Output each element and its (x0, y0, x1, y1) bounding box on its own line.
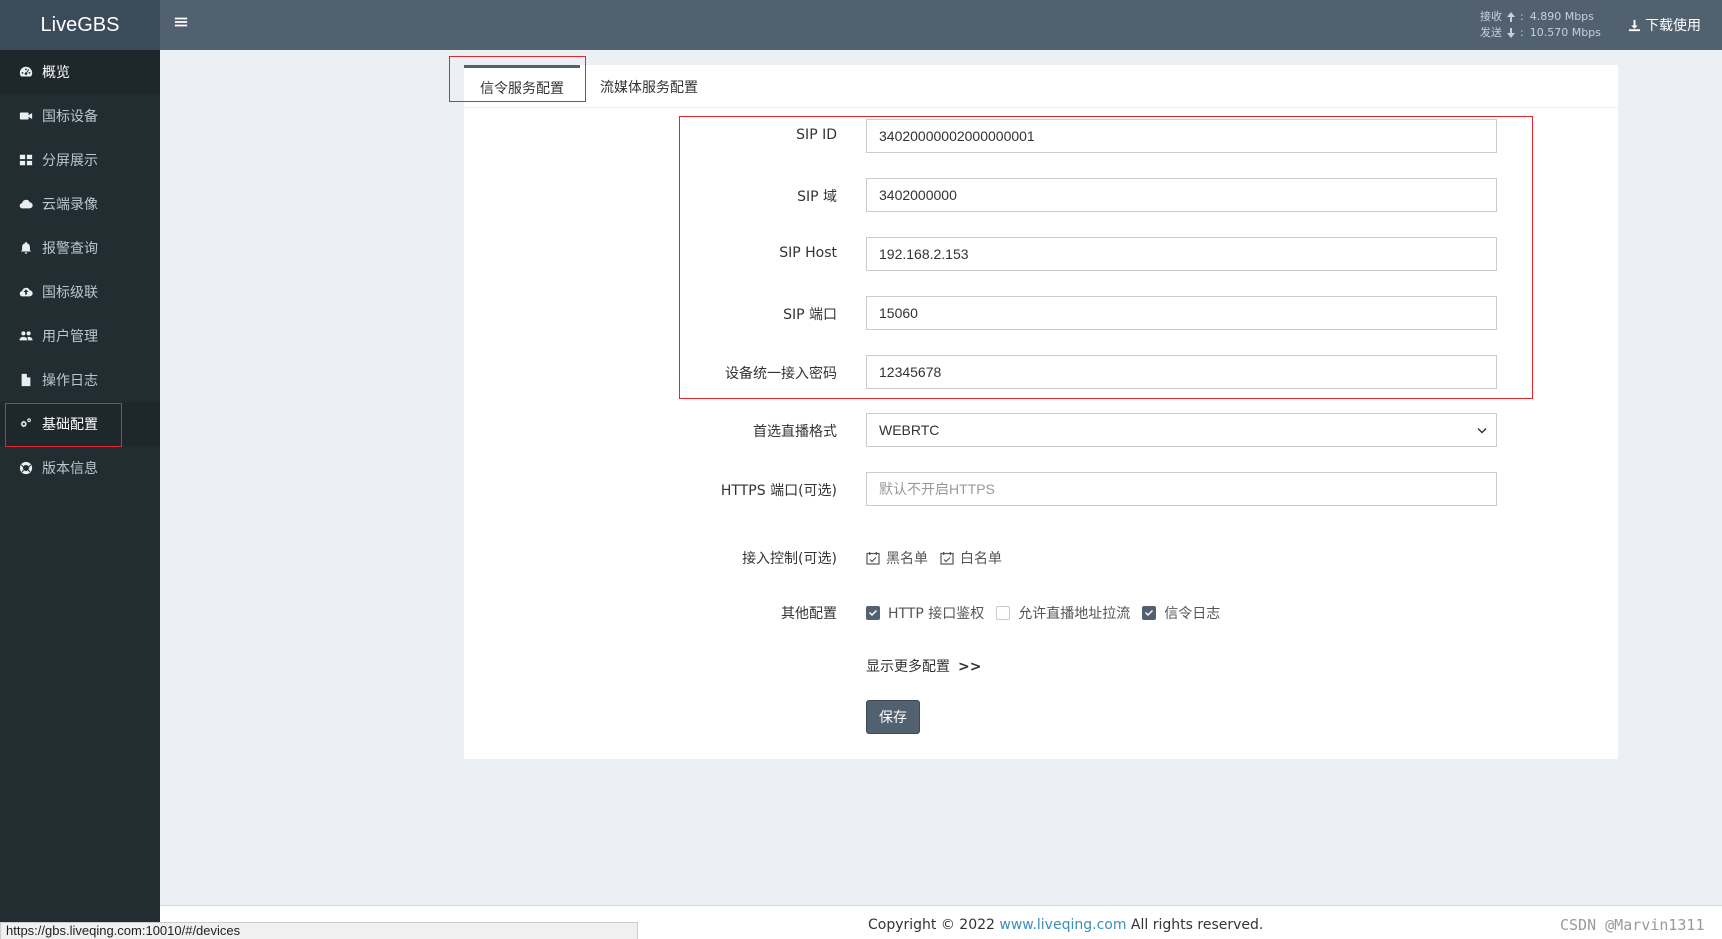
arrow-down-icon (1507, 28, 1515, 38)
app-logo[interactable]: LiveGBS (0, 0, 160, 50)
sidebar-item-label: 分屏展示 (42, 153, 98, 169)
send-stat: 发送 : 10.570 Mbps (1480, 26, 1601, 39)
sidebar-item-label: 基础配置 (42, 417, 98, 433)
sidebar-item-cascade[interactable]: 国标级联 (0, 270, 160, 314)
form-row-https-port: HTTPS 端口(可选) 默认不开启HTTPS (464, 472, 1618, 506)
calendar-icon (866, 551, 880, 565)
watermark: CSDN @Marvin1311 (1560, 916, 1705, 934)
life-ring-icon (18, 460, 34, 476)
copyright: Copyright © 2022 www.liveqing.com All ri… (868, 917, 1263, 933)
recv-label: 接收 (1480, 10, 1502, 23)
sidebar-item-version[interactable]: 版本信息 (0, 446, 160, 490)
copyright-prefix: Copyright © 2022 (868, 917, 1000, 933)
send-value: 10.570 Mbps (1529, 26, 1601, 39)
http-auth-checkbox[interactable] (866, 606, 880, 620)
cloud-icon (18, 196, 34, 212)
http-auth-label: HTTP 接口鉴权 (888, 606, 985, 622)
recv-value: 4.890 Mbps (1529, 10, 1594, 23)
cloud-upload-icon (18, 284, 34, 300)
file-icon (18, 372, 34, 388)
sidebar-item-label: 概览 (42, 65, 70, 81)
sidebar-item-label: 报警查询 (42, 241, 98, 257)
show-more-config-link[interactable]: 显示更多配置 >> (866, 656, 981, 676)
form-row-access-control: 接入控制(可选) 黑名单 白名单 (464, 540, 1618, 574)
sip-log-checkbox[interactable] (1142, 606, 1157, 620)
stream-format-value: WEBRTC (879, 422, 940, 438)
allow-pull-checkbox[interactable] (996, 606, 1011, 620)
calendar-icon (940, 551, 954, 565)
copyright-suffix: All rights reserved. (1126, 917, 1264, 933)
form-row-stream-format: 首选直播格式 WEBRTC (464, 413, 1618, 447)
chevron-down-icon (1476, 424, 1488, 436)
blacklist-option[interactable]: 黑名单 (866, 548, 928, 568)
other-config-label: 其他配置 (781, 606, 837, 622)
allow-pull-option[interactable]: 允许直播地址拉流 (996, 603, 1130, 623)
download-label: 下载使用 (1645, 18, 1701, 34)
sidebar-item-label: 国标级联 (42, 285, 98, 301)
sidebar-item-label: 版本信息 (42, 461, 98, 477)
footer-link[interactable]: www.liveqing.com (999, 917, 1126, 933)
sidebar-item-devices[interactable]: 国标设备 (0, 94, 160, 138)
sip-log-option[interactable]: 信令日志 (1142, 603, 1220, 623)
network-stats: 接收 : 4.890 Mbps 发送 : 10.570 Mbps (1480, 9, 1601, 41)
https-port-label: HTTPS 端口(可选) (720, 483, 837, 499)
users-icon (18, 328, 34, 344)
stream-format-label: 首选直播格式 (753, 424, 837, 440)
https-port-input[interactable]: 默认不开启HTTPS (866, 472, 1497, 506)
sip-log-label: 信令日志 (1164, 606, 1221, 622)
highlight-box-tab (449, 56, 586, 102)
whitelist-label: 白名单 (960, 551, 1002, 567)
sidebar-item-label: 云端录像 (42, 197, 98, 213)
form-row-other-config: 其他配置 HTTP 接口鉴权 允许直播地址拉流 信令日志 (464, 595, 1618, 629)
recv-stat: 接收 : 4.890 Mbps (1480, 10, 1594, 23)
show-more-arrow: >> (958, 659, 982, 675)
access-control-options: 黑名单 白名单 (866, 548, 1014, 568)
show-more-label: 显示更多配置 (866, 659, 950, 675)
download-icon (1628, 19, 1641, 31)
http-auth-option[interactable]: HTTP 接口鉴权 (866, 603, 984, 623)
whitelist-option[interactable]: 白名单 (940, 548, 1002, 568)
sidebar-item-label: 操作日志 (42, 373, 98, 389)
arrow-up-icon (1507, 12, 1515, 22)
video-camera-icon (18, 108, 34, 124)
sidebar-item-cloud-record[interactable]: 云端录像 (0, 182, 160, 226)
top-navbar: 接收 : 4.890 Mbps 发送 : 10.570 Mbps 下载使用 (160, 0, 1722, 50)
sidebar-item-overview[interactable]: 概览 (0, 50, 160, 94)
sidebar-item-label: 用户管理 (42, 329, 98, 345)
sidebar-item-label: 国标设备 (42, 109, 98, 125)
grid-icon (18, 152, 34, 168)
sidebar-menu: 概览 国标设备 分屏展示 云端录像 报警查询 国标级联 用户管理 操作日志 基础… (0, 50, 160, 490)
gears-icon (18, 416, 34, 432)
save-button[interactable]: 保存 (866, 700, 920, 734)
sidebar-item-logs[interactable]: 操作日志 (0, 358, 160, 402)
sidebar-item-basic-config[interactable]: 基础配置 (0, 402, 160, 447)
sidebar-item-alarm[interactable]: 报警查询 (0, 226, 160, 270)
highlight-box-form (679, 116, 1533, 399)
menu-toggle-icon[interactable] (174, 15, 194, 35)
stream-format-select[interactable]: WEBRTC (866, 413, 1497, 447)
config-tabs: 信令服务配置 流媒体服务配置 (464, 65, 1618, 108)
other-config-options: HTTP 接口鉴权 允许直播地址拉流 信令日志 (866, 603, 1232, 623)
download-link[interactable]: 下载使用 (1628, 15, 1701, 35)
sidebar: LiveGBS 概览 国标设备 分屏展示 云端录像 报警查询 国标级联 用户管理 (0, 0, 160, 939)
sidebar-item-split-screen[interactable]: 分屏展示 (0, 138, 160, 182)
blacklist-label: 黑名单 (886, 551, 928, 567)
sidebar-item-users[interactable]: 用户管理 (0, 314, 160, 358)
access-control-label: 接入控制(可选) (742, 551, 837, 567)
send-label: 发送 (1480, 26, 1502, 39)
allow-pull-label: 允许直播地址拉流 (1018, 606, 1131, 622)
bell-icon (18, 240, 34, 256)
browser-status-url: https://gbs.liveqing.com:10010/#/devices (0, 922, 638, 939)
tab-media-config[interactable]: 流媒体服务配置 (600, 65, 698, 108)
dashboard-icon (18, 64, 34, 80)
